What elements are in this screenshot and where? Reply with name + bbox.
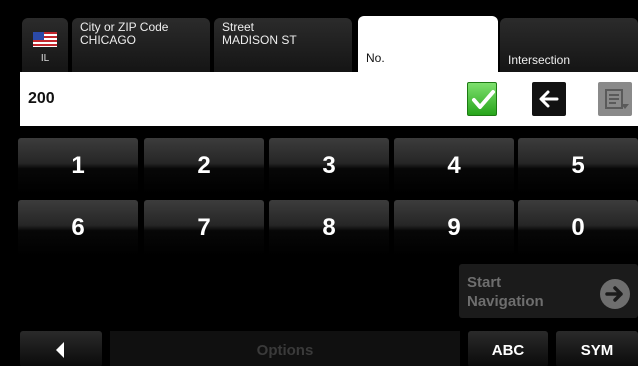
tab-street[interactable]: Street MADISON ST [214,18,352,74]
checkmark-icon [472,90,495,109]
back-button[interactable] [20,331,102,366]
tab-city[interactable]: City or ZIP Code CHICAGO [72,18,210,74]
right-arrow-circle-icon [600,279,630,309]
symbol-keyboard-button[interactable]: SYM [556,331,638,366]
key-5[interactable]: 5 [518,138,638,194]
house-number-tab-title: No. [366,51,385,65]
key-7[interactable]: 7 [144,200,264,256]
intersection-tab-title: Intersection [508,53,571,67]
house-number-value: 200 [28,90,55,107]
start-navigation-line1: Start [467,274,502,291]
left-triangle-icon [56,342,64,358]
country-state-label: IL [40,53,50,64]
left-arrow-icon [539,90,559,108]
tab-house-number[interactable]: No. [358,16,498,72]
key-4[interactable]: 4 [394,138,514,194]
start-navigation-label: Start Navigation [467,273,544,311]
key-0[interactable]: 0 [518,200,638,256]
street-tab-value: MADISON ST [222,33,297,47]
list-dropdown-icon [605,89,629,109]
city-tab-value: CHICAGO [80,33,137,47]
options-button[interactable]: Options [110,331,460,366]
key-2[interactable]: 2 [144,138,264,194]
tab-country[interactable]: IL [22,18,68,74]
key-8[interactable]: 8 [269,200,389,256]
start-navigation-line2: Navigation [467,293,544,310]
list-button[interactable] [598,82,632,116]
confirm-button[interactable] [467,82,497,116]
backspace-button[interactable] [532,82,566,116]
key-1[interactable]: 1 [18,138,138,194]
us-flag-icon [33,32,57,47]
tab-intersection[interactable]: Intersection [500,18,638,74]
start-navigation-button[interactable]: Start Navigation [459,264,638,318]
key-6[interactable]: 6 [18,200,138,256]
key-3[interactable]: 3 [269,138,389,194]
key-9[interactable]: 9 [394,200,514,256]
abc-keyboard-button[interactable]: ABC [468,331,548,366]
